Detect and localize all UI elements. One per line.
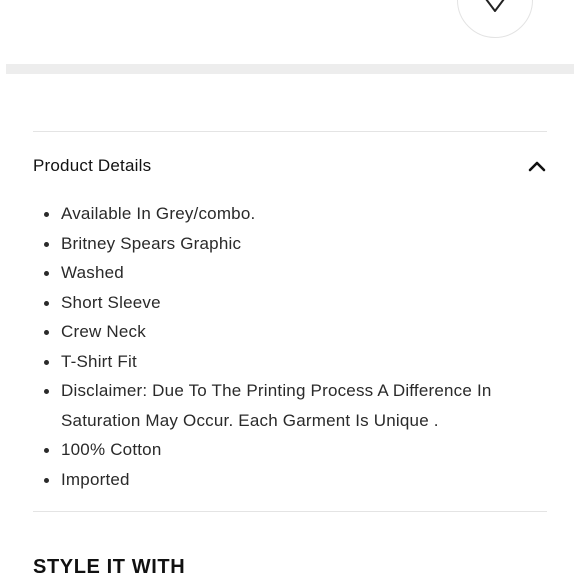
heart-outline-icon bbox=[485, 0, 505, 12]
list-item: Short Sleeve bbox=[33, 288, 547, 318]
list-item: Crew Neck bbox=[33, 317, 547, 347]
product-details-list: Available In Grey/combo. Britney Spears … bbox=[33, 199, 547, 494]
chevron-up-icon[interactable] bbox=[527, 159, 547, 173]
style-it-with-heading: STYLE IT WITH bbox=[33, 556, 186, 578]
product-details-title: Product Details bbox=[33, 156, 152, 175]
list-item: Available In Grey/combo. bbox=[33, 199, 547, 229]
list-item: T-Shirt Fit bbox=[33, 347, 547, 377]
section-separator-band bbox=[6, 64, 574, 74]
list-item: Disclaimer: Due To The Printing Process … bbox=[33, 376, 547, 435]
list-item: Washed bbox=[33, 258, 547, 288]
list-item: 100% Cotton bbox=[33, 435, 547, 465]
list-item: Imported bbox=[33, 465, 547, 495]
wishlist-button[interactable] bbox=[457, 0, 533, 38]
product-details-accordion-header[interactable]: Product Details bbox=[33, 148, 547, 184]
list-item: Britney Spears Graphic bbox=[33, 229, 547, 259]
divider bbox=[33, 511, 547, 512]
divider bbox=[33, 131, 547, 132]
